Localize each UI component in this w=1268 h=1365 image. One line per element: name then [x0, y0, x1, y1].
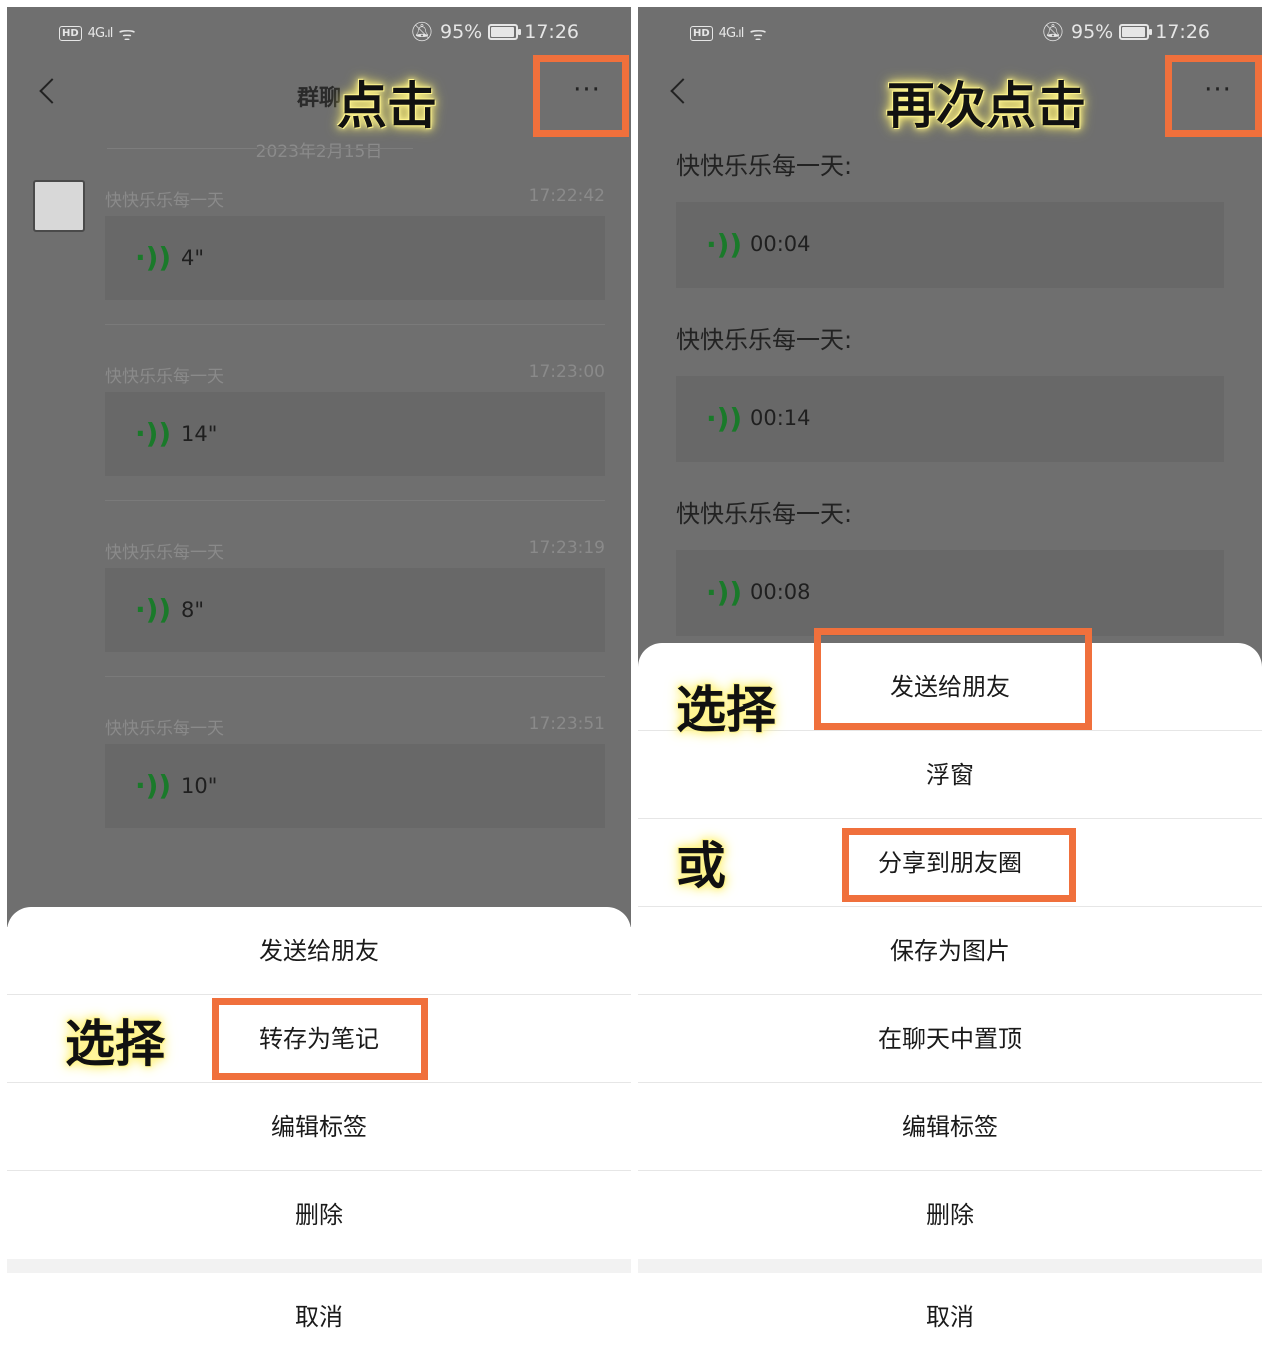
- back-button[interactable]: [662, 72, 702, 116]
- sheet-item-send-to-friend[interactable]: 发送给朋友: [7, 907, 631, 995]
- sender-name: 快快乐乐每一天: [105, 719, 224, 739]
- voice-wave-icon: ·)): [706, 402, 743, 435]
- sheet-item-save-as-image[interactable]: 保存为图片: [638, 907, 1262, 995]
- signal-icon: 4G.ıl: [718, 25, 745, 41]
- voice-wave-icon: ·)): [135, 769, 172, 802]
- more-button-highlight: [1165, 55, 1262, 137]
- battery-icon: [1119, 23, 1153, 40]
- battery-icon: [488, 23, 522, 40]
- voice-wave-icon: ·)): [706, 576, 743, 609]
- more-button-highlight: [533, 55, 629, 137]
- save-as-note-highlight: [212, 998, 428, 1080]
- sender-name: 快快乐乐每一天:: [676, 326, 853, 354]
- bell-off-icon: 🔕︎: [1040, 21, 1065, 43]
- clock: 17:26: [1155, 20, 1210, 43]
- sheet-separator: [7, 1259, 631, 1273]
- chat-date: 2023年2月15日: [7, 137, 631, 162]
- hd-badge: HD: [690, 25, 713, 41]
- share-to-moments-highlight: [842, 828, 1076, 902]
- action-sheet: 发送给朋友 浮窗 分享到朋友圈 保存为图片 在聊天中置顶 编辑标签 删除 取消: [638, 643, 1262, 1365]
- clock: 17:26: [524, 20, 579, 43]
- message-time: 17:22:42: [528, 186, 605, 206]
- annotation-select: 选择: [676, 681, 776, 739]
- message-time: 17:23:19: [528, 538, 605, 558]
- divider: [105, 324, 605, 325]
- sheet-item-edit-tags[interactable]: 编辑标签: [638, 1083, 1262, 1171]
- voice-message-bubble[interactable]: ·)) 4": [105, 216, 605, 300]
- sender-name: 快快乐乐每一天:: [676, 500, 853, 528]
- sheet-item-floating-window[interactable]: 浮窗: [638, 731, 1262, 819]
- battery-percent: 95%: [440, 20, 483, 43]
- cancel-button[interactable]: 取消: [638, 1273, 1262, 1361]
- left-screenshot: HD 4G.ıl ᯤ 🔕︎ 95% 17:26 群聊 ··· 点击 2023年2…: [7, 0, 631, 1365]
- annotation-or: 或: [676, 837, 726, 895]
- wifi-icon: ᯤ: [749, 23, 767, 45]
- voice-message-bubble[interactable]: ·)) 00:14: [676, 376, 1224, 462]
- voice-duration: 10": [181, 774, 218, 798]
- signal-icon: 4G.ıl: [87, 25, 114, 41]
- bell-off-icon: 🔕︎: [409, 21, 434, 43]
- voice-duration: 00:14: [750, 406, 811, 430]
- sender-name: 快快乐乐每一天: [105, 543, 224, 563]
- sender-name: 快快乐乐每一天: [105, 191, 224, 211]
- voice-message-bubble[interactable]: ·)) 00:04: [676, 202, 1224, 288]
- status-bar: HD 4G.ıl ᯤ 🔕︎ 95% 17:26: [638, 18, 1262, 48]
- annotation-click-again: 再次点击: [886, 77, 1086, 135]
- voice-duration: 14": [181, 422, 218, 446]
- battery-percent: 95%: [1071, 20, 1114, 43]
- right-screenshot: HD 4G.ıl ᯤ 🔕︎ 95% 17:26 ··· 再次点击 快快乐乐每一天…: [638, 0, 1262, 1365]
- status-bar: HD 4G.ıl ᯤ 🔕︎ 95% 17:26: [7, 18, 631, 48]
- message-time: 17:23:00: [528, 362, 605, 382]
- voice-message-bubble[interactable]: ·)) 8": [105, 568, 605, 652]
- voice-duration: 00:04: [750, 232, 811, 256]
- voice-duration: 4": [181, 246, 205, 270]
- voice-wave-icon: ·)): [706, 228, 743, 261]
- voice-duration: 00:08: [750, 580, 811, 604]
- sender-name: 快快乐乐每一天: [105, 367, 224, 387]
- wifi-icon: ᯤ: [118, 23, 136, 45]
- sheet-item-delete[interactable]: 删除: [638, 1171, 1262, 1259]
- sheet-item-edit-tags[interactable]: 编辑标签: [7, 1083, 631, 1171]
- send-to-friend-highlight: [814, 628, 1092, 730]
- voice-message-bubble[interactable]: ·)) 14": [105, 392, 605, 476]
- sheet-item-delete[interactable]: 删除: [7, 1171, 631, 1259]
- divider: [105, 676, 605, 677]
- divider: [105, 500, 605, 501]
- message-time: 17:23:51: [528, 714, 605, 734]
- annotation-select: 选择: [65, 1015, 165, 1073]
- voice-wave-icon: ·)): [135, 417, 172, 450]
- sheet-item-pin-in-chat[interactable]: 在聊天中置顶: [638, 995, 1262, 1083]
- voice-wave-icon: ·)): [135, 241, 172, 274]
- voice-wave-icon: ·)): [135, 593, 172, 626]
- annotation-click: 点击: [337, 77, 437, 135]
- hd-badge: HD: [59, 25, 82, 41]
- voice-message-bubble[interactable]: ·)) 00:08: [676, 550, 1224, 636]
- sheet-separator: [638, 1259, 1262, 1273]
- avatar[interactable]: [33, 180, 85, 232]
- sender-name: 快快乐乐每一天:: [676, 152, 853, 180]
- voice-duration: 8": [181, 598, 205, 622]
- action-sheet: 发送给朋友 转存为笔记 编辑标签 删除 取消: [7, 907, 631, 1365]
- cancel-button[interactable]: 取消: [7, 1273, 631, 1361]
- voice-message-bubble[interactable]: ·)) 10": [105, 744, 605, 828]
